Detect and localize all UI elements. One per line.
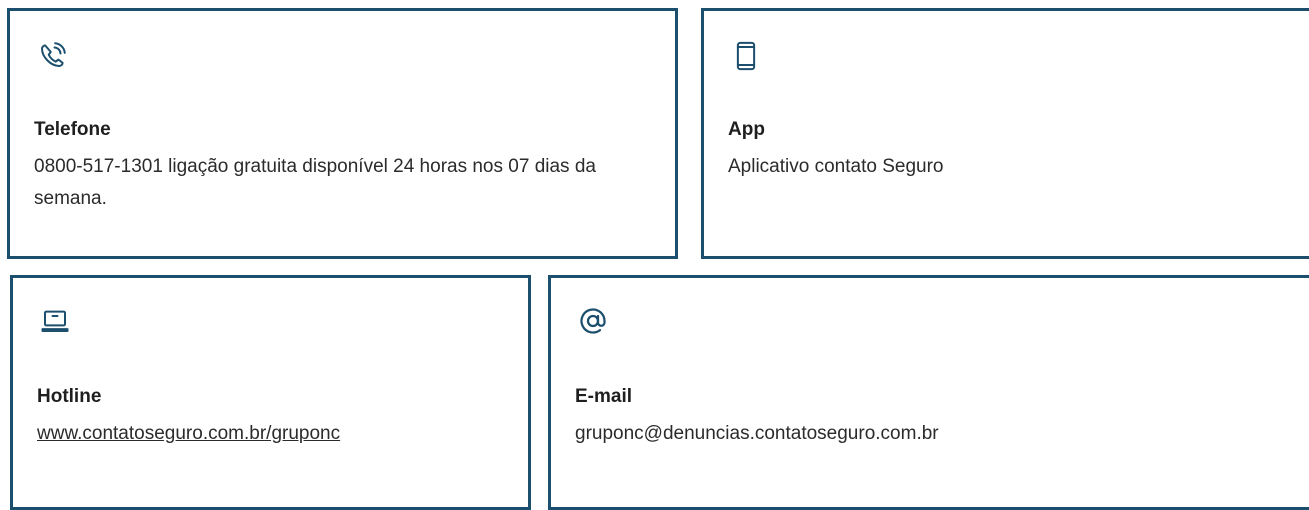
- at-sign-icon: [578, 306, 608, 336]
- hotline-card: Hotline www.contatoseguro.com.br/gruponc: [10, 275, 531, 510]
- phone-icon: [37, 41, 67, 71]
- app-card: App Aplicativo contato Seguro: [701, 8, 1309, 259]
- laptop-icon: [40, 306, 70, 336]
- card-title: App: [728, 119, 765, 140]
- email-address: gruponc@denuncias.contatoseguro.com.br: [575, 423, 939, 444]
- card-title: Hotline: [37, 386, 102, 407]
- mobile-icon: [731, 41, 761, 71]
- card-title: Telefone: [34, 119, 111, 140]
- phone-card: Telefone 0800-517-1301 ligação gratuita …: [7, 8, 678, 259]
- phone-description: 0800-517-1301 ligação gratuita disponíve…: [34, 156, 596, 209]
- card-title: E-mail: [575, 386, 633, 407]
- email-card: E-mail gruponc@denuncias.contatoseguro.c…: [548, 275, 1309, 510]
- hotline-link[interactable]: www.contatoseguro.com.br/gruponc: [37, 423, 340, 444]
- app-description: Aplicativo contato Seguro: [728, 156, 944, 177]
